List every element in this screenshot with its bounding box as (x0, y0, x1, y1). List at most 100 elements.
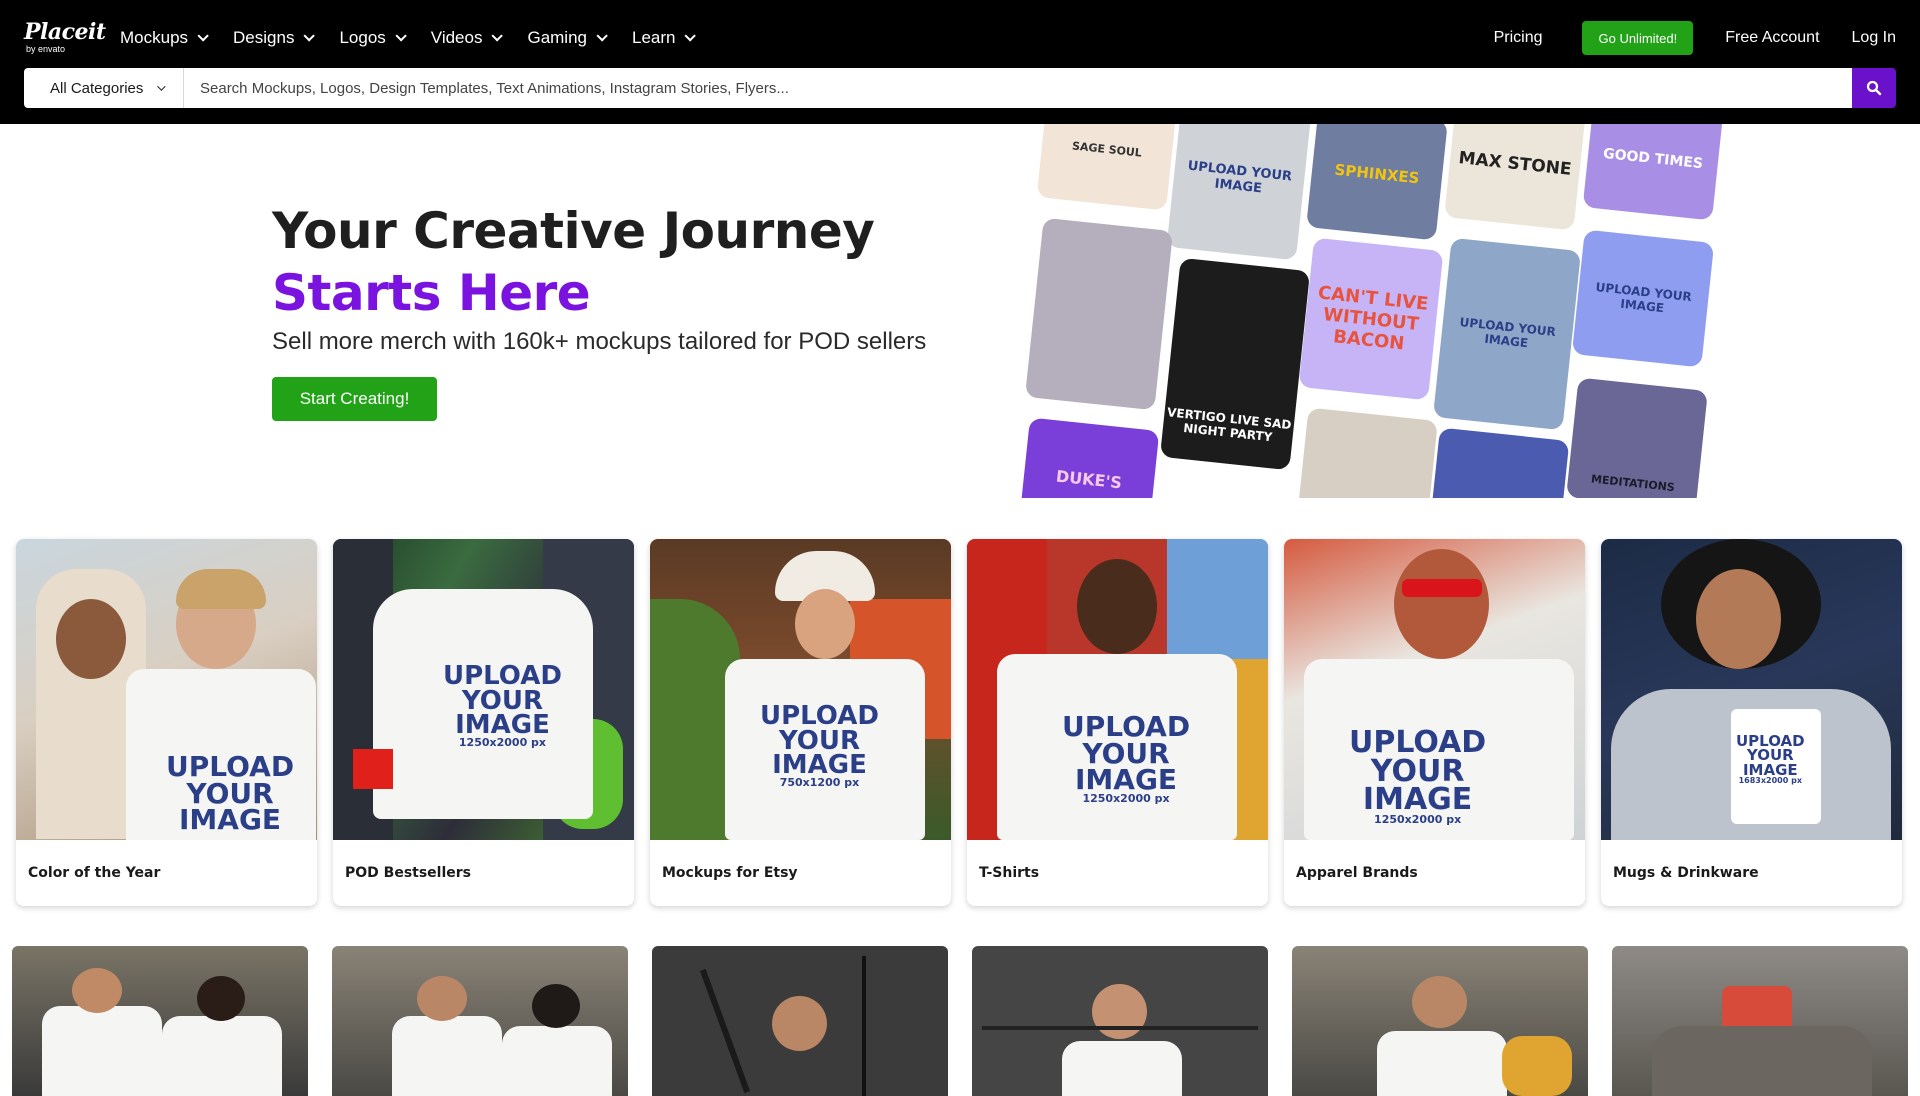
collage-text: UPLOAD YOUR IMAGE (1187, 158, 1293, 197)
card-image: UPLOAD YOUR IMAGE 1250x2000 px (333, 539, 634, 840)
card-image: UPLOAD YOUR IMAGE (16, 539, 317, 840)
logo-subtext: by envato (26, 44, 66, 54)
collage-tile: UPLOAD YOUR IMAGE (1166, 124, 1312, 261)
collage-text: MEDITATIONS (1590, 472, 1676, 495)
collage-text: MAX STONE (1457, 148, 1573, 180)
nav-label: Videos (430, 28, 483, 47)
chevron-down-icon (684, 30, 697, 42)
category-card-t-shirts[interactable]: UPLOAD YOUR IMAGE 1250x2000 px T-Shirts (967, 539, 1268, 906)
mockup-thumbnail[interactable] (1612, 946, 1908, 1096)
card-label: Mugs & Drinkware (1613, 865, 1759, 881)
search-button[interactable] (1852, 68, 1896, 108)
collage-tile: MEDITATIONS (1566, 377, 1708, 498)
collage-text: SAGE SOUL (1071, 138, 1143, 160)
hero-title-highlight: Starts Here (272, 264, 591, 322)
go-unlimited-button[interactable]: Go Unlimited! (1582, 21, 1694, 55)
account-links: Pricing Go Unlimited! Free Account Log I… (1494, 21, 1896, 55)
collage-text: UPLOAD YOUR IMAGE (1458, 315, 1557, 351)
hero-title: Your Creative Journey (272, 202, 875, 260)
category-card-apparel-brands[interactable]: UPLOAD YOUR IMAGE 1250x2000 px Apparel Bran… (1284, 539, 1585, 906)
login-link[interactable]: Log In (1852, 29, 1896, 47)
collage-text: DUKE'S (1055, 466, 1123, 492)
card-image: UPLOAD YOUR IMAGE 750x1200 px (650, 539, 951, 840)
category-card-color-of-the-year[interactable]: UPLOAD YOUR IMAGE Color of the Year (16, 539, 317, 906)
category-card-mugs-drinkware[interactable]: UPLOAD YOUR IMAGE 1683x2000 px Mugs & Drink… (1601, 539, 1902, 906)
card-image: UPLOAD YOUR IMAGE 1250x2000 px (1284, 539, 1585, 840)
collage-tile: CAN'T LIVE WITHOUT BACON (1298, 237, 1444, 401)
nav-designs[interactable]: Designs (233, 24, 339, 52)
search-input[interactable] (184, 68, 1852, 108)
pricing-link[interactable]: Pricing (1494, 29, 1543, 47)
hero-collage: SAGE SOUL UPLOAD YOUR IMAGE SPHINXES MAX… (1004, 124, 1724, 498)
collage-text: VERTIGO LIVE SAD NIGHT PARTY (1166, 405, 1293, 445)
card-label: Color of the Year (28, 865, 161, 881)
nav-label: Mockups (120, 28, 189, 47)
chevron-down-icon (303, 30, 316, 42)
card-label: POD Bestsellers (345, 865, 472, 881)
upload-text: IMAGE (1362, 782, 1473, 817)
search-icon (1866, 80, 1882, 96)
chevron-down-icon (157, 82, 167, 91)
chevron-down-icon (491, 30, 504, 42)
mockup-thumbnail[interactable] (1292, 946, 1588, 1096)
category-card-pod-bestsellers[interactable]: UPLOAD YOUR IMAGE 1250x2000 px POD Bestsell… (333, 539, 634, 906)
collage-text: SPHINXES (1333, 160, 1421, 188)
upload-size-text: 1683x2000 px (1738, 775, 1802, 785)
main-menu: Mockups Designs Logos Videos Gaming Lear… (120, 24, 720, 52)
logo-wordmark: Placeit (24, 19, 106, 45)
card-image: UPLOAD YOUR IMAGE 1683x2000 px (1601, 539, 1902, 840)
collage-tile: UPLOAD YOUR IMAGE (1432, 237, 1582, 431)
hero-subtitle: Sell more merch with 160k+ mockups tailo… (272, 328, 927, 355)
free-account-link[interactable]: Free Account (1725, 29, 1819, 47)
nav-videos[interactable]: Videos (431, 24, 528, 52)
nav-label: Designs (233, 28, 295, 47)
collage-tile (1296, 407, 1438, 498)
collage-tile: UPLOAD YOUR IMAGE (1571, 229, 1715, 368)
chevron-down-icon (197, 30, 209, 42)
upload-size-text: 1250x2000 px (458, 736, 547, 750)
collage-tile: GOOD TIMES (1582, 124, 1724, 221)
chevron-down-icon (395, 30, 407, 42)
mockup-thumbnail[interactable] (12, 946, 308, 1096)
collage-tile (1428, 427, 1570, 498)
nav-label: Gaming (527, 28, 587, 47)
collage-tile (1024, 217, 1174, 411)
nav-gaming[interactable]: Gaming (527, 24, 632, 52)
upload-text: UPLOAD (443, 661, 562, 691)
collage-text: UPLOAD YOUR IMAGE (1594, 279, 1693, 315)
upload-text: IMAGE (772, 750, 867, 781)
mockup-thumbnail[interactable] (652, 946, 948, 1096)
collage-text: CAN'T LIVE WITHOUT BACON (1317, 281, 1430, 355)
upload-text: IMAGE (1075, 763, 1178, 797)
category-cards: UPLOAD YOUR IMAGE Color of the Year UPLOAD… (16, 539, 1904, 906)
placeit-logo[interactable]: Placeit by envato (24, 19, 106, 54)
card-label: T-Shirts (979, 865, 1040, 881)
category-dropdown-label: All Categories (50, 79, 144, 97)
upload-text: IMAGE (1742, 760, 1798, 779)
chevron-down-icon (596, 30, 608, 42)
mockup-thumbnail[interactable] (972, 946, 1268, 1096)
card-image: UPLOAD YOUR IMAGE 1250x2000 px (967, 539, 1268, 840)
nav-mockups[interactable]: Mockups (120, 24, 233, 52)
start-creating-button[interactable]: Start Creating! (272, 377, 437, 421)
upload-text: IMAGE (179, 803, 282, 837)
nav-learn[interactable]: Learn (632, 24, 720, 52)
collage-tile: SAGE SOUL (1036, 124, 1178, 211)
mockup-thumbnail[interactable] (332, 946, 628, 1096)
collage-text: GOOD TIMES (1602, 145, 1704, 173)
collage-tile: MAX STONE (1444, 124, 1586, 231)
category-card-mockups-for-etsy[interactable]: UPLOAD YOUR IMAGE 750x1200 px Mockups for E… (650, 539, 951, 906)
nav-label: Logos (339, 28, 386, 47)
upload-text: IMAGE (455, 710, 550, 741)
category-dropdown[interactable]: All Categories (24, 68, 184, 108)
collage-tile: DUKE'S (1018, 417, 1160, 498)
collage-tile: SPHINXES (1306, 124, 1448, 241)
nav-logos[interactable]: Logos (339, 24, 430, 52)
card-label: Apparel Brands (1296, 865, 1418, 881)
card-label: Mockups for Etsy (662, 865, 798, 881)
top-navigation: Placeit by envato Mockups Designs Logos … (0, 0, 1920, 124)
mockup-thumbnails (12, 946, 1908, 1096)
upload-text: UPLOAD (760, 701, 879, 731)
search-bar: All Categories (24, 68, 1896, 108)
collage-tile: VERTIGO LIVE SAD NIGHT PARTY (1159, 257, 1311, 471)
